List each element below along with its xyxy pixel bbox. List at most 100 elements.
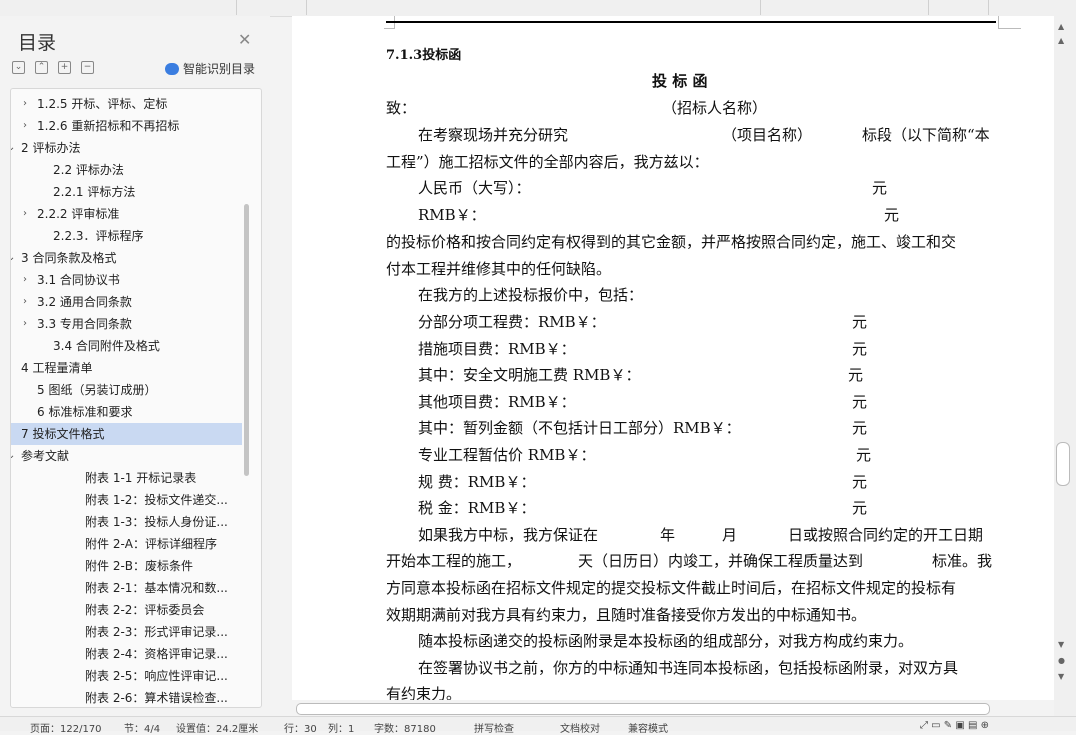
toc-item[interactable]: › 2.2.2 评审标准 [11, 203, 242, 225]
minus-icon[interactable]: − [81, 61, 94, 74]
chevron-right-icon[interactable]: › [23, 269, 27, 291]
doc-text: 其他项目费：RMB￥： [418, 393, 576, 411]
doc-text: 在我方的上述投标报价中，包括： [418, 286, 644, 304]
dot-icon[interactable]: ● [1058, 656, 1065, 665]
toc-item[interactable]: 附表 2-2：评标委员会 [11, 599, 242, 621]
toc-item[interactable]: › 3.3 专用合同条款 [11, 313, 242, 335]
close-icon[interactable]: ✕ [238, 30, 251, 49]
doc-text: 效期期满前对我方具有约束力，且随时准备接受你方发出的中标通知书。 [386, 606, 867, 624]
toc-item-label: 1.2.6 重新招标和不再招标 [37, 119, 180, 133]
vertical-scroll-thumb[interactable] [1056, 442, 1070, 486]
status-words[interactable]: 字数：87180 [374, 720, 436, 735]
ribbon-segment [0, 0, 237, 15]
chevron-right-icon[interactable]: › [23, 313, 27, 335]
toc-item[interactable]: 3.4 合同附件及格式 [11, 335, 242, 357]
toc-item[interactable]: ⌄ 3 合同条款及格式 [11, 247, 242, 269]
chevron-down-icon[interactable]: ⌄ [11, 247, 15, 269]
doc-text: 措施项目费：RMB￥： [418, 340, 576, 358]
spell-check-button[interactable]: 拼写检查 [474, 720, 514, 735]
doc-text: 如果我方中标，我方保证在 [418, 526, 599, 544]
toc-item[interactable]: 附表 1-3：投标人身份证... [11, 511, 242, 533]
toc-item[interactable]: › 1.2.6 重新招标和不再招标 [11, 115, 242, 137]
toc-item-label: 附件 2-A：评标详细程序 [85, 537, 217, 551]
doc-text: 在考察现场并充分研究 [418, 126, 569, 144]
chevron-right-icon[interactable]: › [23, 93, 27, 115]
ribbon-segment [760, 0, 929, 15]
page-corner-mark [998, 16, 1021, 29]
toc-item-label: 3.1 合同协议书 [37, 273, 120, 287]
chevron-right-icon[interactable]: › [23, 291, 27, 313]
vertical-scrollbar[interactable] [1054, 16, 1076, 716]
status-row: 行：30 [284, 724, 317, 735]
document-page[interactable]: 7.1.3投标函 投 标 函 致： （招标人名称） 在考察现场并充分研究 （项目… [292, 16, 1054, 716]
letter-heading: 投 标 函 [652, 72, 708, 90]
toc-item[interactable]: 附表 2-5：响应性评审记... [11, 665, 242, 687]
toc-item-label: 7 投标文件格式 [21, 427, 105, 441]
toc-item-label: 附表 2-3：形式评审记录... [85, 625, 228, 639]
toc-item[interactable]: 2.2.1 评标方法 [11, 181, 242, 203]
chevron-down-icon[interactable]: ⌄ [11, 445, 15, 467]
horizontal-scroll-thumb[interactable] [296, 703, 990, 715]
doc-text: 元 [884, 206, 900, 224]
toc-scrollbar[interactable] [244, 204, 249, 476]
smart-toc-button[interactable]: 智能识别目录 [165, 60, 255, 77]
proofread-button[interactable]: 文档校对 [560, 720, 600, 735]
toc-item-label: 附表 2-5：响应性评审记... [85, 669, 228, 683]
expand-down-icon[interactable]: ⌄ [12, 61, 25, 74]
toc-item-label: 3 合同条款及格式 [21, 251, 117, 265]
chevron-right-icon[interactable]: › [23, 115, 27, 137]
plus-icon[interactable]: + [58, 61, 71, 74]
toc-item[interactable]: 附件 2-A：评标详细程序 [11, 533, 242, 555]
toc-item[interactable]: 附表 2-1：基本情况和数... [11, 577, 242, 599]
toc-item[interactable]: ⌄ 2 评标办法 [11, 137, 242, 159]
toc-item[interactable]: › 3.1 合同协议书 [11, 269, 242, 291]
chevron-right-icon[interactable]: › [23, 203, 27, 225]
doc-text: 付本工程并维修其中的任何缺陷。 [386, 260, 612, 278]
toc-toolbar: ⌄ ⌃ + − [12, 61, 94, 74]
doc-text: 工程”）施工招标文件的全部内容后，我方兹以： [386, 153, 709, 171]
toc-item-label: 附表 1-2：投标文件递交... [85, 493, 228, 507]
doc-text: 元 [856, 446, 872, 464]
scroll-down-icon[interactable]: ▼ [1058, 640, 1064, 649]
doc-text: 元 [852, 313, 868, 331]
doc-text: 其中：安全文明施工费 RMB￥： [418, 366, 641, 384]
doc-text: 随本投标函递交的投标函附录是本投标函的组成部分，对我方构成约束力。 [418, 632, 914, 650]
toc-item[interactable]: 附表 2-3：形式评审记录... [11, 621, 242, 643]
toc-item[interactable]: › 3.2 通用合同条款 [11, 291, 242, 313]
ribbon-strip [0, 0, 1076, 17]
doc-text: 元 [872, 179, 888, 197]
scroll-up-icon[interactable]: ▲ [1058, 36, 1064, 45]
toc-item[interactable]: 5 图纸（另装订成册） [11, 379, 242, 401]
toc-item[interactable]: 附件 2-B：废标条件 [11, 555, 242, 577]
toc-item[interactable]: 附表 1-1 开标记录表 [11, 467, 242, 489]
toc-item[interactable]: ⌄ 参考文献 [11, 445, 242, 467]
status-bar: 页面：122/170 节：4/4 设置值：24.2厘米 行：30 列：1 字数：… [0, 716, 1076, 735]
toc-item[interactable]: 附表 2-6：算术错误检查... [11, 687, 242, 707]
scroll-down-icon[interactable]: ▼ [1058, 672, 1064, 681]
toc-item-label: 6 标准标准和要求 [37, 405, 133, 419]
collapse-up-icon[interactable]: ⌃ [35, 61, 48, 74]
toc-item-label: 2.2.1 评标方法 [53, 185, 136, 199]
doc-text: 年 [660, 526, 676, 544]
doc-text: 规 费：RMB￥： [418, 473, 536, 491]
toc-item[interactable]: 附表 1-2：投标文件递交... [11, 489, 242, 511]
doc-text: 在签署协议书之前，你方的中标通知书连同本投标函，包括投标函附录，对双方具 [418, 659, 959, 677]
view-mode-icons[interactable]: ⤢ ▭ ✎ ▣ ▤ ⊕ [920, 720, 989, 731]
toc-item[interactable]: 2.2 评标办法 [11, 159, 242, 181]
doc-text: 分部分项工程费：RMB￥： [418, 313, 606, 331]
toc-item[interactable]: 6 标准标准和要求 [11, 401, 242, 423]
doc-text: 元 [852, 499, 868, 517]
doc-text: 元 [852, 393, 868, 411]
scroll-up-icon[interactable]: ▲ [1058, 22, 1064, 31]
toc-item[interactable]: ›7 投标文件格式 [11, 423, 242, 445]
doc-text: （招标人名称） [662, 99, 768, 117]
doc-text: 税 金：RMB￥： [418, 499, 536, 517]
toc-item[interactable]: ›4 工程量清单 [11, 357, 242, 379]
toc-item[interactable]: 附表 2-4：资格评审记录... [11, 643, 242, 665]
toc-item[interactable]: › 1.2.5 开标、评标、定标 [11, 93, 242, 115]
toc-item-label: 5 图纸（另装订成册） [37, 383, 157, 397]
toc-item[interactable]: 2.2.3．评标程序 [11, 225, 242, 247]
status-page[interactable]: 页面：122/170 [30, 720, 102, 735]
toc-item-label: 参考文献 [21, 449, 70, 463]
chevron-down-icon[interactable]: ⌄ [11, 137, 15, 159]
